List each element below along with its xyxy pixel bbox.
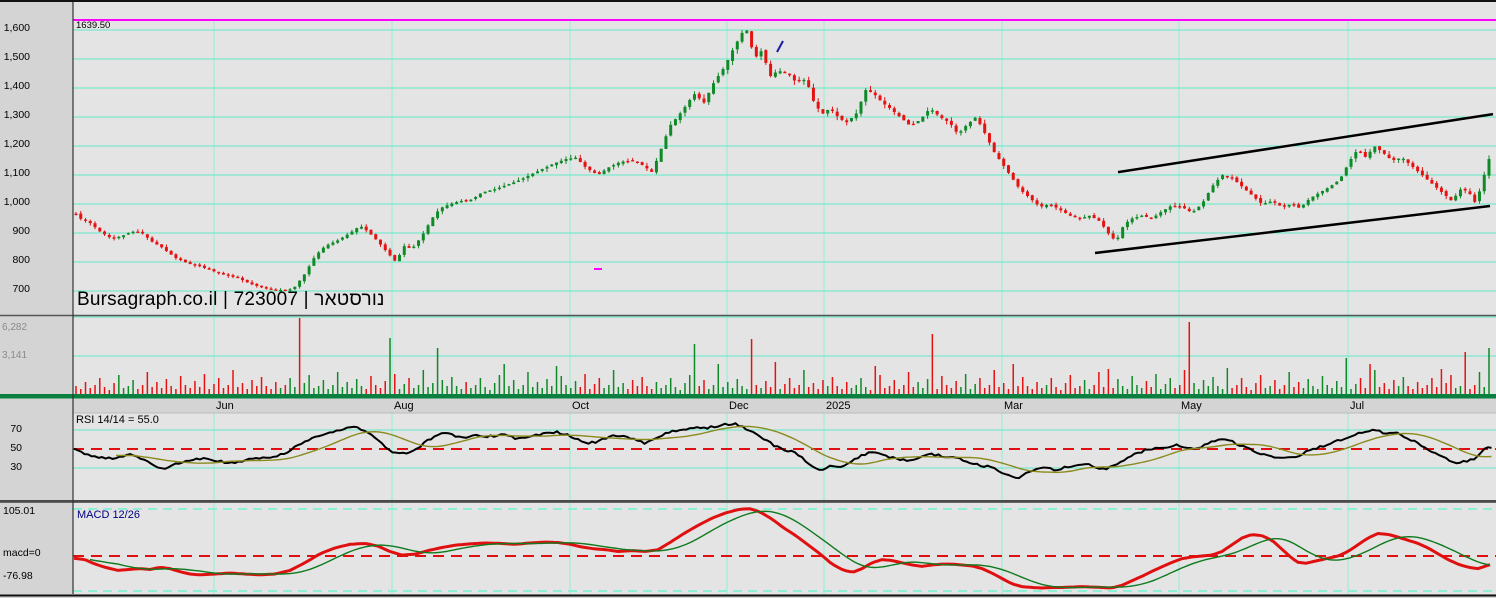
price-axis-tick: 800: [12, 254, 30, 266]
volume-axis-tick-2: 3,141: [2, 350, 28, 361]
price-axis-tick: 1,400: [3, 80, 30, 92]
price-axis-tick: 900: [12, 225, 30, 237]
rsi-level-30: 30: [10, 461, 22, 473]
price-axis-tick: 700: [12, 283, 30, 295]
rsi-title: RSI 14/14 = 55.0: [76, 414, 159, 426]
x-axis-label: Jun: [216, 400, 234, 412]
x-axis-label: Dec: [729, 400, 749, 412]
macd-top-label: 105.01: [3, 505, 36, 517]
price-axis-tick: 1,100: [3, 167, 30, 179]
alert-price-label: 1639.50: [76, 20, 111, 31]
price-axis-tick: 1,200: [3, 138, 30, 150]
rsi-level-50: 50: [10, 442, 22, 454]
macd-zero-label: macd=0: [3, 547, 41, 559]
x-axis-label: Jul: [1350, 400, 1365, 412]
price-axis-tick: 1,300: [3, 109, 30, 121]
x-axis-label: May: [1181, 400, 1202, 412]
chart-window: 1639.50 Bursagraph.co.il | 723007 | נורס…: [0, 0, 1496, 598]
macd-bottom-label: -76.98: [3, 570, 33, 582]
rsi-level-70: 70: [10, 423, 22, 435]
volume-axis-tick-1: 6,282: [2, 322, 28, 333]
macd-title: MACD 12/26: [77, 509, 140, 521]
x-axis-label: Oct: [572, 400, 590, 412]
x-axis-label: Aug: [394, 400, 414, 412]
price-axis-tick: 1,600: [3, 22, 30, 34]
watermark: Bursagraph.co.il | 723007 | נורסטאר: [77, 289, 385, 310]
x-axis-label: 2025: [826, 400, 851, 412]
price-axis-tick: 1,000: [3, 196, 30, 208]
price-axis-tick: 1,500: [3, 51, 30, 63]
x-axis-label: Mar: [1004, 400, 1023, 412]
